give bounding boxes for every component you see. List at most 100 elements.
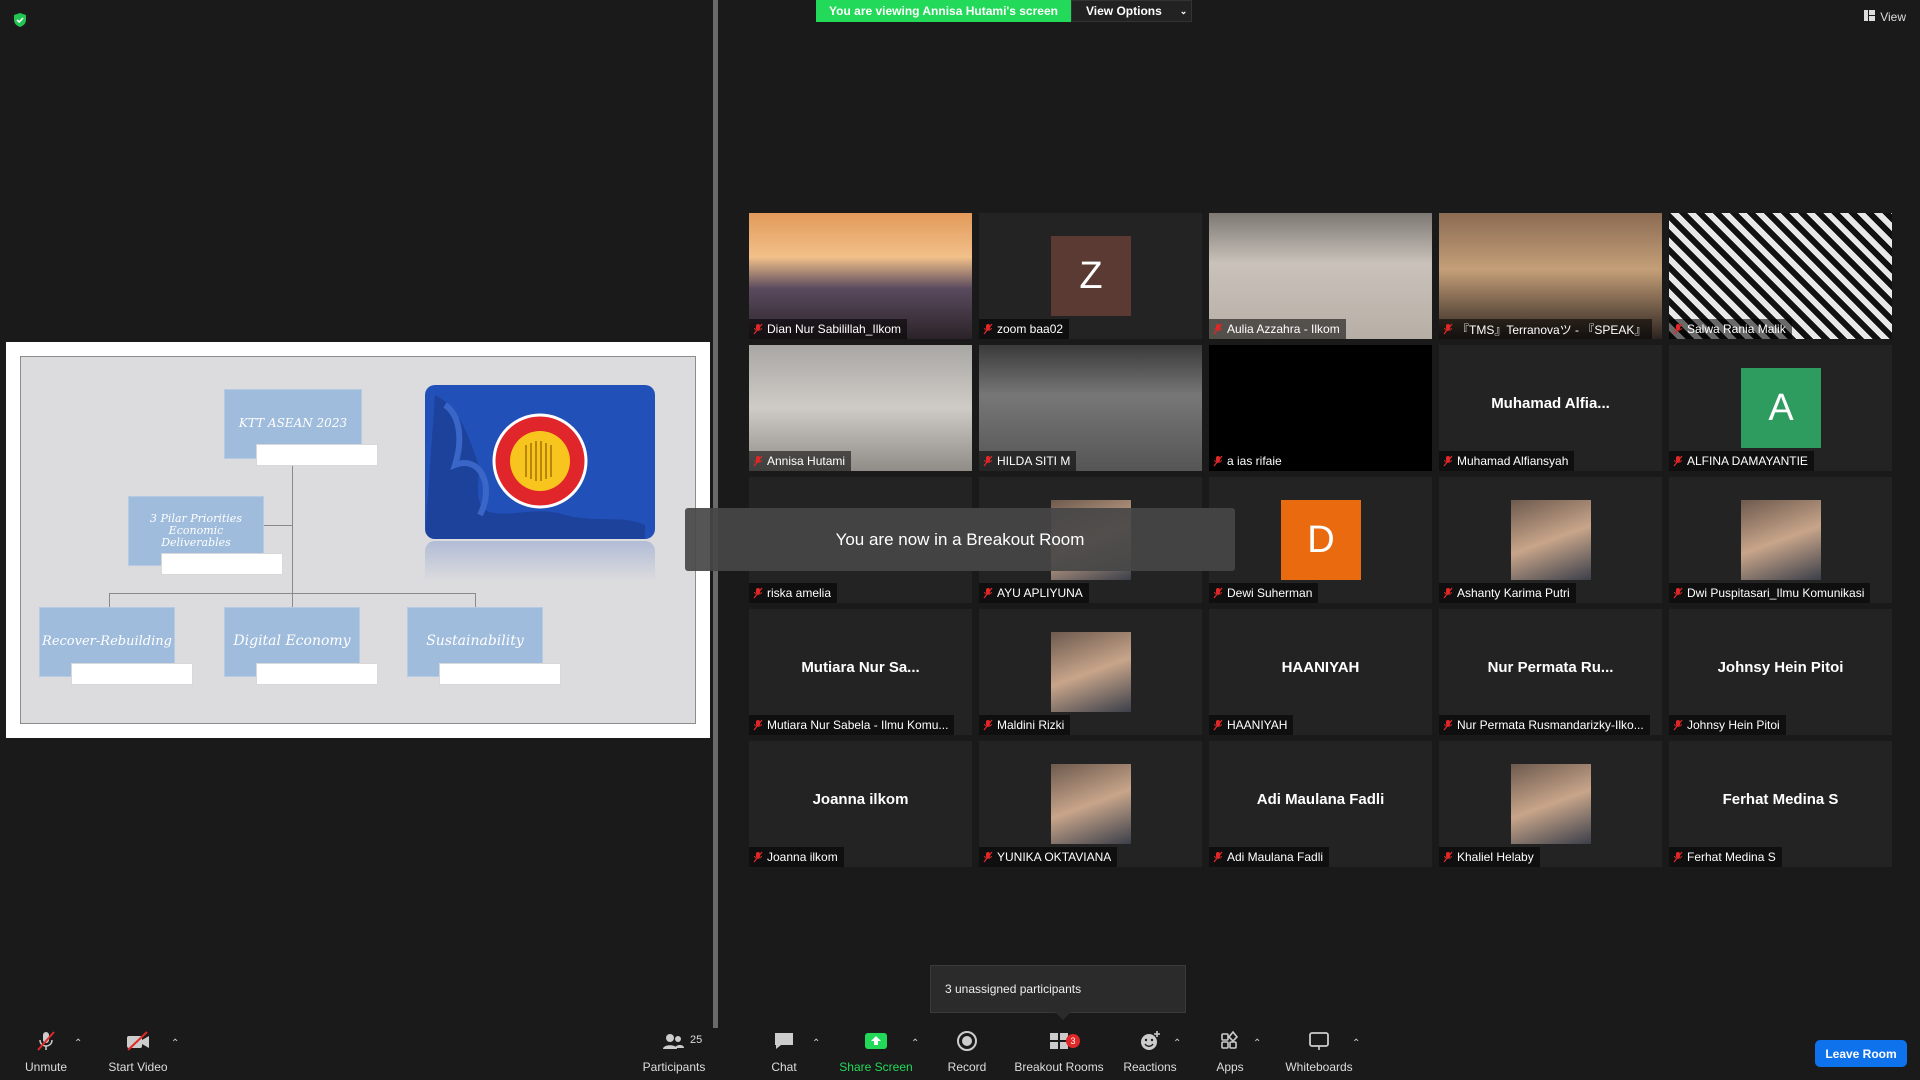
participant-tile[interactable]: D Dewi Suherman [1209, 477, 1432, 603]
view-button[interactable]: View [1864, 10, 1906, 24]
zoom-meeting-window: You are viewing Annisa Hutami's screen V… [0, 0, 1920, 1080]
participant-tile[interactable]: Zzoom baa02 [979, 213, 1202, 339]
participant-name-bar: Salwa Rania Malik [1669, 319, 1792, 339]
participant-profile-photo [1051, 632, 1131, 712]
microphone-muted-icon [1673, 455, 1683, 467]
reactions-button[interactable]: Reactions [1122, 1028, 1178, 1080]
share-caret-icon[interactable]: ⌃ [911, 1038, 919, 1049]
apps-caret-icon[interactable]: ⌃ [1253, 1038, 1261, 1049]
participant-tile[interactable]: Salwa Rania Malik [1669, 213, 1892, 339]
participant-tile[interactable]: Adi Maulana Fadli Adi Maulana Fadli [1209, 741, 1432, 867]
video-options-caret-icon[interactable]: ⌃ [171, 1038, 179, 1049]
participant-tile[interactable]: Johnsy Hein Pitoi Johnsy Hein Pitoi [1669, 609, 1892, 735]
share-screen-label: Share Screen [839, 1060, 913, 1074]
microphone-muted-icon [1443, 323, 1453, 335]
view-options-label: View Options [1086, 4, 1162, 18]
participant-tile[interactable]: HILDA SITI M [979, 345, 1202, 471]
microphone-muted-icon [753, 587, 763, 599]
participant-tile[interactable]: Maldini Rizki [979, 609, 1202, 735]
participant-name: zoom baa02 [997, 322, 1064, 336]
encryption-shield-icon[interactable] [12, 12, 28, 28]
slide-placeholder [71, 663, 193, 685]
participant-name-bar: Ashanty Karima Putri [1439, 583, 1576, 603]
participant-name: Khaliel Helaby [1457, 850, 1534, 864]
start-video-button[interactable]: Start Video [104, 1028, 172, 1080]
breakout-rooms-label: Breakout Rooms [1014, 1060, 1104, 1074]
asean-map-image [425, 385, 655, 539]
view-options-dropdown[interactable]: View Options ⌄ [1071, 0, 1192, 22]
participant-name-bar: Annisa Hutami [749, 451, 852, 471]
audio-options-caret-icon[interactable]: ⌃ [74, 1038, 82, 1049]
participant-tile[interactable]: Mutiara Nur Sa... Mutiara Nur Sabela - Il… [749, 609, 972, 735]
participant-name-bar: Maldini Rizki [979, 715, 1071, 735]
participant-tile[interactable]: A ALFINA DAMAYANTIE [1669, 345, 1892, 471]
participant-name: Joanna ilkom [767, 850, 838, 864]
participant-tile[interactable]: YUNIKA OKTAVIANA [979, 741, 1202, 867]
chat-caret-icon[interactable]: ⌃ [812, 1038, 820, 1049]
share-screen-button[interactable]: Share Screen [838, 1028, 914, 1080]
participant-profile-photo [1511, 500, 1591, 580]
microphone-muted-icon [983, 323, 993, 335]
meeting-toolbar: Unmute ⌃ Start Video ⌃ Participants 25 C… [0, 1028, 1920, 1080]
microphone-muted-icon [1213, 455, 1223, 467]
participant-tile[interactable]: Muhamad Alfia... Muhamad Alfiansyah [1439, 345, 1662, 471]
participant-name: Dewi Suherman [1227, 586, 1313, 600]
microphone-muted-icon [1443, 455, 1453, 467]
chat-label: Chat [771, 1060, 797, 1074]
participant-tile[interactable]: Nur Permata Ru... Nur Permata Rusmandariz… [1439, 609, 1662, 735]
participant-display-name: Nur Permata Ru... [1487, 659, 1614, 676]
participant-tile[interactable]: HAANIYAH HAANIYAH [1209, 609, 1432, 735]
asean-image-reflection [425, 541, 655, 581]
participant-display-name: Muhamad Alfia... [1491, 395, 1610, 412]
participant-name: Ferhat Medina S [1687, 850, 1776, 864]
breakout-rooms-button[interactable]: Breakout Rooms [1012, 1028, 1106, 1080]
slide-placeholder [256, 663, 378, 685]
whiteboard-icon [1307, 1030, 1331, 1060]
whiteboards-button[interactable]: Whiteboards [1280, 1028, 1358, 1080]
whiteboards-caret-icon[interactable]: ⌃ [1352, 1038, 1360, 1049]
microphone-muted-icon [1213, 323, 1223, 335]
participant-tile[interactable]: Aulia Azzahra - Ilkom [1209, 213, 1432, 339]
participant-name: HAANIYAH [1227, 718, 1288, 732]
participant-name: Mutiara Nur Sabela - Ilmu Komu... [767, 718, 949, 732]
org-line [475, 593, 476, 607]
participant-name: Nur Permata Rusmandarizky-Ilko... [1457, 718, 1644, 732]
record-button[interactable]: Record [942, 1028, 992, 1080]
participant-tile[interactable]: 『TMS』Terranovaツ - 『SPEAK』 [1439, 213, 1662, 339]
participant-tile[interactable]: Joanna ilkom Joanna ilkom [749, 741, 972, 867]
apps-button[interactable]: Apps [1210, 1028, 1250, 1080]
participant-display-name: Ferhat Medina S [1722, 791, 1839, 808]
participant-tile[interactable]: a ias rifaie [1209, 345, 1432, 471]
microphone-muted-icon [983, 719, 993, 731]
participant-name-bar: Khaliel Helaby [1439, 847, 1540, 867]
participant-tile[interactable]: Annisa Hutami [749, 345, 972, 471]
unmute-button[interactable]: Unmute [16, 1028, 76, 1080]
org-line [109, 593, 475, 594]
participant-name-bar: Mutiara Nur Sabela - Ilmu Komu... [749, 715, 955, 735]
microphone-muted-icon [753, 851, 763, 863]
participant-name: HILDA SITI M [997, 454, 1071, 468]
apps-icon [1218, 1030, 1242, 1060]
reactions-caret-icon[interactable]: ⌃ [1173, 1038, 1181, 1049]
participant-tile[interactable]: Ashanty Karima Putri [1439, 477, 1662, 603]
leave-room-button[interactable]: Leave Room [1815, 1040, 1907, 1067]
participant-tile[interactable]: Dwi Puspitasari_Ilmu Komunikasi [1669, 477, 1892, 603]
participant-display-name: Joanna ilkom [812, 791, 909, 808]
grid-view-icon [1864, 10, 1876, 24]
participant-name: Salwa Rania Malik [1687, 322, 1786, 336]
start-video-label: Start Video [108, 1060, 168, 1074]
participant-name-bar: HAANIYAH [1209, 715, 1294, 735]
participant-tile[interactable]: Ferhat Medina S Ferhat Medina S [1669, 741, 1892, 867]
breakout-rooms-badge: 3 [1066, 1034, 1080, 1048]
participant-tile[interactable]: Dian Nur Sabilillah_Ilkom [749, 213, 972, 339]
chat-button[interactable]: Chat [762, 1028, 806, 1080]
participant-name-bar: Joanna ilkom [749, 847, 844, 867]
participant-tile[interactable]: Khaliel Helaby [1439, 741, 1662, 867]
participants-count: 25 [690, 1034, 703, 1046]
chevron-down-icon: ⌄ [1179, 5, 1188, 16]
chat-bubble-icon [772, 1030, 796, 1060]
breakout-room-notification: You are now in a Breakout Room [685, 508, 1235, 571]
microphone-muted-icon [1443, 719, 1453, 731]
org-line [292, 447, 293, 617]
participant-name-bar: Aulia Azzahra - Ilkom [1209, 319, 1346, 339]
